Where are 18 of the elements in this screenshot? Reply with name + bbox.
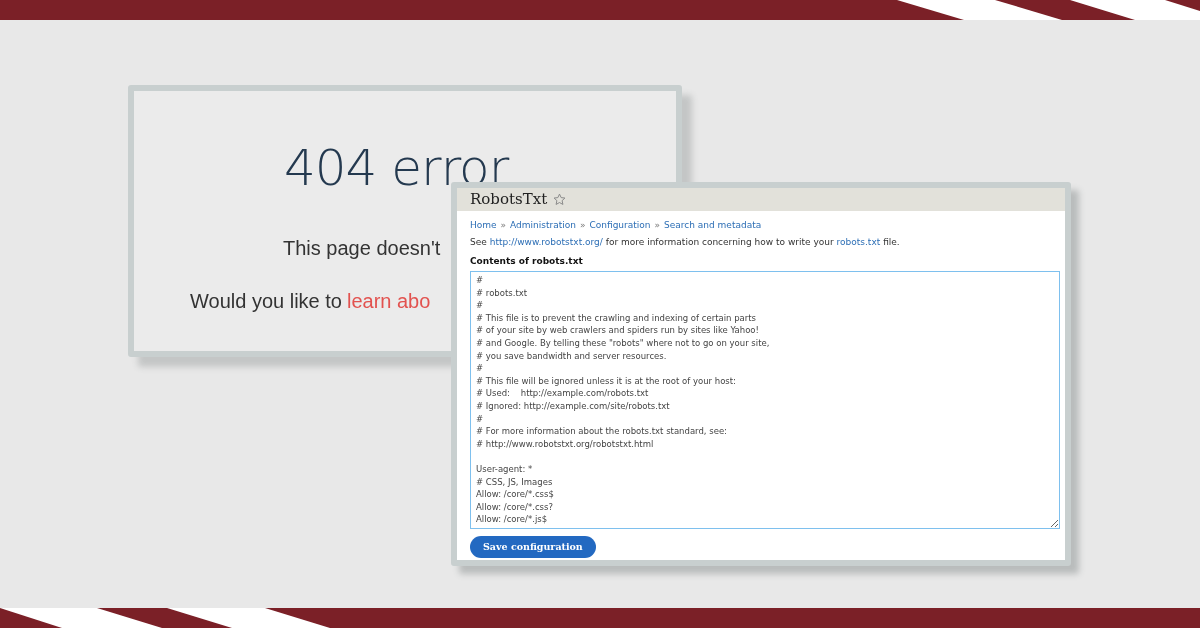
breadcrumb-separator: » <box>654 218 661 232</box>
breadcrumb-link[interactable]: Search and metadata <box>664 218 762 232</box>
breadcrumb-link[interactable]: Administration <box>510 218 576 232</box>
save-button[interactable]: Save configuration <box>470 536 596 559</box>
robots-text-field[interactable]: # # robots.txt # # This file is to prevent the crawling and indexing of certain parts # of your site by web crawlers and spiders run by sites like Yahoo! # and Google. By telling these "robots" where not to go on your site, # you save bandwidth and server resources. # # This file will be ignored unless it is at the root of your host: # Used: http://example.com/robots.txt # Ignored: http://example.com/site/robots.txt # # For more information about the robots.txt standard, see: # http://www.robotstxt.org/robotstxt.html User-agent: * # CSS, JS, Images Allow: /core/*.css$ Allow: /core/*.css? Allow: /core/*.js$ <box>470 271 1060 529</box>
learn-link[interactable]: learn abo <box>346 291 431 311</box>
help-text: See http://www.robotstxt.org/ for more information concerning how to write your robots.txt file. <box>470 236 901 249</box>
window-title: RobotsTxt <box>470 189 548 210</box>
error-message: This page doesn't <box>283 238 441 258</box>
field-label: Contents of robots.txt <box>470 254 584 268</box>
breadcrumb-separator: » <box>500 218 507 232</box>
help-link[interactable]: http://www.robotstxt.org/ <box>489 237 603 247</box>
star-icon[interactable] <box>553 192 567 206</box>
breadcrumb-separator: » <box>579 218 586 232</box>
breadcrumb-link[interactable]: Home <box>470 218 497 232</box>
prompt-text: Would you like to <box>190 291 342 311</box>
help-link[interactable]: robots.txt <box>836 237 881 247</box>
breadcrumb-link[interactable]: Configuration <box>589 218 651 232</box>
